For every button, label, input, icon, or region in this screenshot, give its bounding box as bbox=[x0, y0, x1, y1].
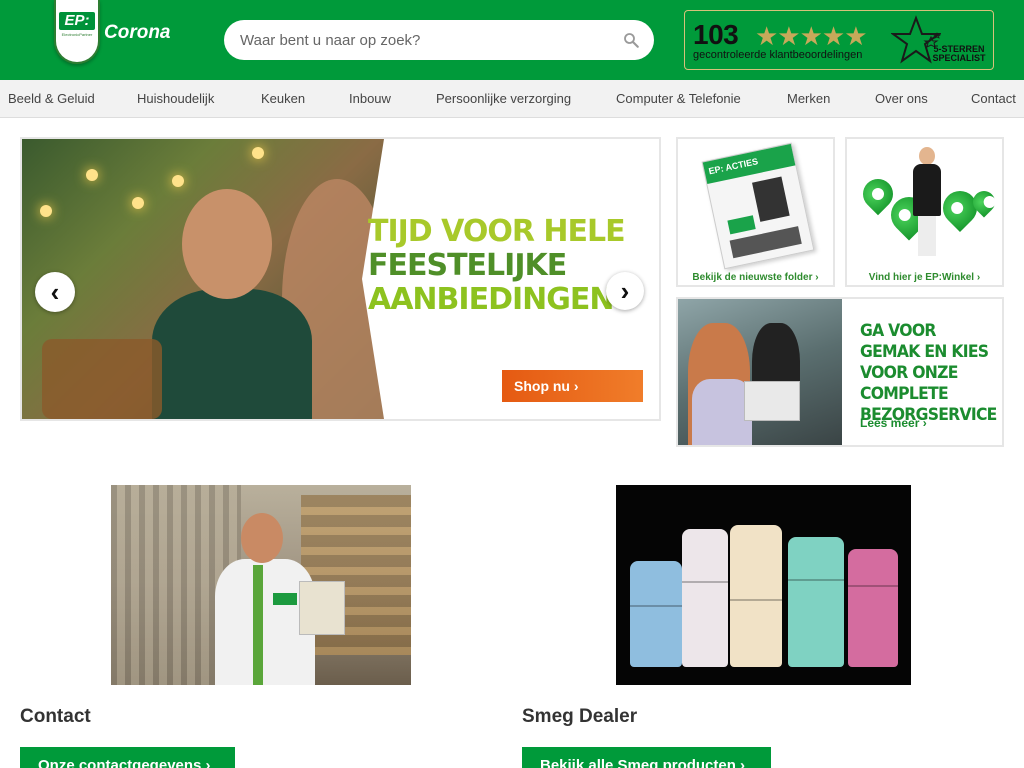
store-name[interactable]: Corona bbox=[104, 22, 171, 44]
hero-photo-table bbox=[42, 339, 162, 419]
store-locator-tile[interactable]: Vind hier je EP:Winkel › bbox=[845, 137, 1004, 287]
hero-headline: TIJD VOOR HELE FEESTELIJKE AANBIEDINGEN bbox=[368, 215, 628, 317]
fridge-mint bbox=[788, 537, 844, 667]
hero-slider[interactable]: TIJD VOOR HELE FEESTELIJKE AANBIEDINGEN … bbox=[20, 137, 661, 421]
reviews-badge[interactable]: 103 ★★★★★ gecontroleerde klantbeoordelin… bbox=[684, 10, 994, 70]
nav-item-persoonlijke-verzorging[interactable]: Persoonlijke verzorging bbox=[436, 91, 571, 106]
nav-item-computer-telefonie[interactable]: Computer & Telefonie bbox=[616, 91, 741, 106]
delivery-headline: GA VOOR GEMAK EN KIES VOOR ONZE COMPLETE… bbox=[860, 321, 997, 425]
main-navigation: Beeld & Geluid Huishoudelijk Keuken Inbo… bbox=[0, 80, 1024, 118]
string-light bbox=[252, 147, 264, 159]
smeg-products-button[interactable]: Bekijk alle Smeg producten › bbox=[522, 747, 771, 768]
hero-photo bbox=[22, 139, 392, 419]
nav-item-contact[interactable]: Contact bbox=[971, 91, 1016, 106]
hero-line-3: AANBIEDINGEN bbox=[368, 282, 614, 317]
contact-photo-tie bbox=[253, 565, 263, 685]
contact-image[interactable] bbox=[111, 485, 411, 685]
folder-tile[interactable]: EP: ACTIES Bekijk de nieuwste folder › bbox=[676, 137, 835, 287]
nav-item-beeld-geluid[interactable]: Beeld & Geluid bbox=[8, 91, 95, 106]
employee-body bbox=[913, 164, 941, 216]
nav-item-over-ons[interactable]: Over ons bbox=[875, 91, 928, 106]
fridge-cream bbox=[730, 525, 782, 667]
logo-text: EP: bbox=[59, 12, 95, 30]
search-icon[interactable] bbox=[622, 31, 640, 49]
string-light bbox=[40, 205, 52, 217]
contact-details-button[interactable]: Onze contactgegevens › bbox=[20, 747, 235, 768]
contact-photo-head bbox=[241, 513, 283, 563]
delivery-photo bbox=[678, 299, 842, 445]
fridge-white bbox=[682, 529, 728, 667]
fridge-blue bbox=[630, 561, 682, 667]
nav-item-huishoudelijk[interactable]: Huishoudelijk bbox=[137, 91, 214, 106]
slider-next-button[interactable]: › bbox=[606, 272, 644, 310]
specialist-badge: 5-STERREN SPECIALIST bbox=[931, 45, 987, 63]
hero-photo-man-shirt bbox=[152, 289, 312, 419]
review-label: gecontroleerde klantbeoordelingen bbox=[693, 49, 863, 61]
contact-title: Contact bbox=[20, 706, 91, 727]
folder-price-tag bbox=[727, 215, 756, 235]
employee-head bbox=[919, 147, 935, 165]
chevron-left-icon: ‹ bbox=[50, 277, 60, 307]
fridge-pink bbox=[848, 549, 898, 667]
store-caption[interactable]: Vind hier je EP:Winkel › bbox=[847, 272, 1002, 283]
fridge-door-line bbox=[730, 599, 782, 601]
hero-photo-man-face bbox=[182, 189, 272, 299]
delivery-photo-box bbox=[744, 381, 800, 421]
employee-legs bbox=[918, 216, 936, 256]
site-header: EP: ElectronicPartner Corona 103 ★★★★★ g… bbox=[0, 0, 1024, 80]
string-light bbox=[172, 175, 184, 187]
fridge-door-line bbox=[630, 605, 682, 607]
logo-link[interactable]: EP: ElectronicPartner Corona bbox=[26, 0, 176, 80]
logo-subtext: ElectronicPartner bbox=[61, 32, 93, 37]
smeg-image[interactable] bbox=[616, 485, 911, 685]
shop-now-button[interactable]: Shop nu › bbox=[502, 370, 643, 402]
smeg-title: Smeg Dealer bbox=[522, 706, 638, 727]
rating-stars: ★★★★★ bbox=[755, 21, 868, 51]
nav-item-merken[interactable]: Merken bbox=[787, 91, 830, 106]
folder-product-image bbox=[752, 176, 790, 222]
review-count: 103 bbox=[693, 19, 739, 50]
ep-logo[interactable]: EP: ElectronicPartner bbox=[54, 0, 100, 64]
hero-line-2: FEESTELIJKE bbox=[368, 248, 567, 283]
contact-photo-box bbox=[299, 581, 345, 635]
hero-line-1: TIJD VOOR HELE bbox=[368, 214, 626, 249]
delivery-service-tile[interactable]: GA VOOR GEMAK EN KIES VOOR ONZE COMPLETE… bbox=[676, 297, 1004, 447]
chevron-right-icon: › bbox=[620, 276, 630, 306]
string-light bbox=[132, 197, 144, 209]
fridge-door-line bbox=[848, 585, 898, 587]
nav-item-keuken[interactable]: Keuken bbox=[261, 91, 305, 106]
string-light bbox=[86, 169, 98, 181]
fridge-door-line bbox=[682, 581, 728, 583]
delivery-read-more-link[interactable]: Lees meer › bbox=[860, 416, 927, 430]
slider-prev-button[interactable]: ‹ bbox=[35, 272, 75, 312]
contact-photo-logo bbox=[273, 593, 297, 605]
delivery-photo-shirt bbox=[692, 379, 752, 445]
nav-item-inbouw[interactable]: Inbouw bbox=[349, 91, 391, 106]
store-employee-image bbox=[911, 147, 943, 257]
folder-caption[interactable]: Bekijk de nieuwste folder › bbox=[678, 272, 833, 283]
fridge-door-line bbox=[788, 579, 844, 581]
badge-line2: SPECIALIST bbox=[932, 53, 986, 63]
search-bar bbox=[224, 20, 654, 60]
search-input[interactable] bbox=[240, 20, 610, 60]
folder-image: EP: ACTIES bbox=[701, 142, 815, 270]
